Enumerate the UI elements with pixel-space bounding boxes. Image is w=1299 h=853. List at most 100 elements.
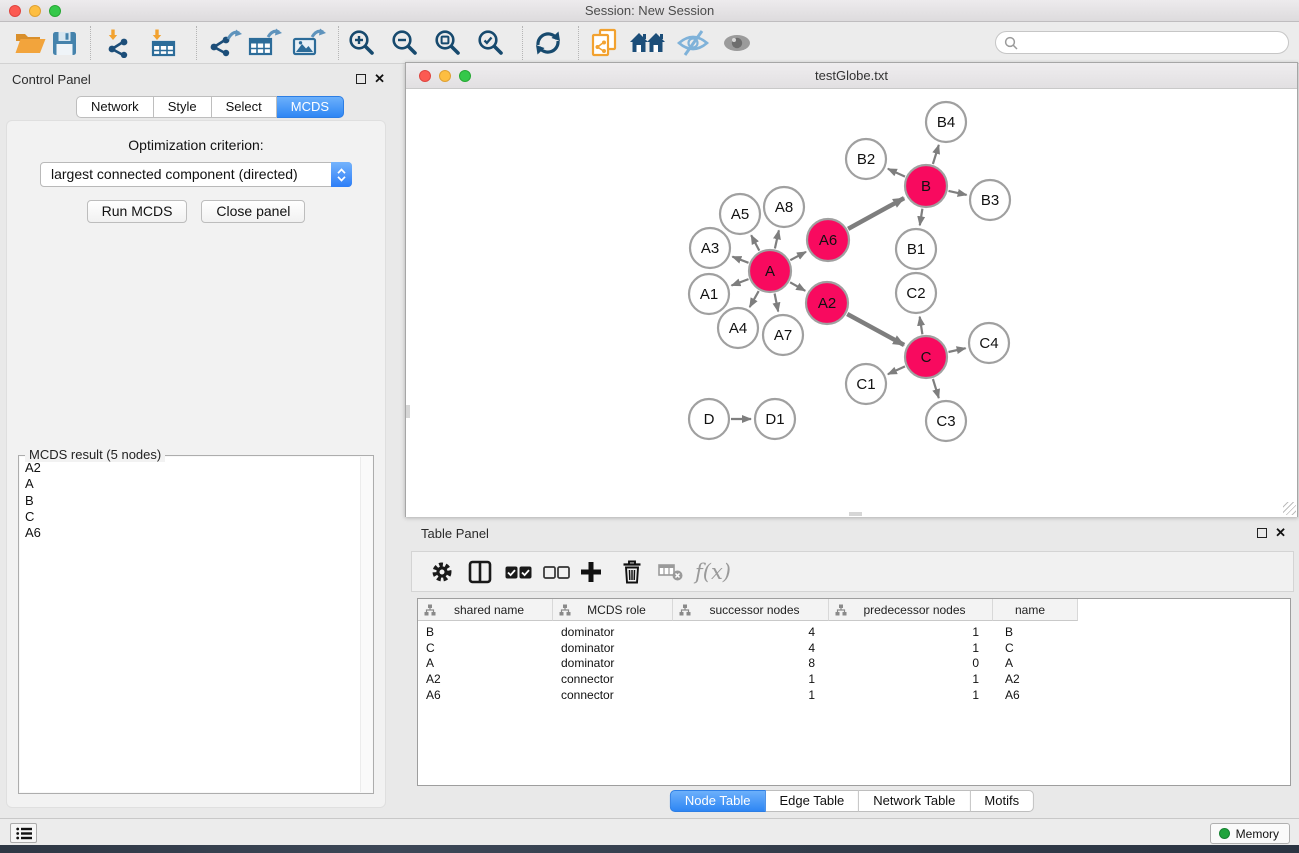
graph-node-D[interactable]: D [689, 399, 729, 439]
table-close-panel-icon[interactable]: ✕ [1275, 525, 1286, 541]
select-all-icon[interactable] [505, 558, 532, 586]
result-list-scrollbar[interactable] [360, 457, 372, 792]
graph-node-A8[interactable]: A8 [764, 187, 804, 227]
zoom-window-button[interactable] [49, 5, 61, 17]
tab-network-table[interactable]: Network Table [859, 790, 970, 812]
network-snapshot-icon[interactable] [590, 27, 618, 59]
show-selected-icon[interactable] [722, 27, 752, 59]
graph-edge-C-C2[interactable] [920, 317, 923, 335]
search-input[interactable] [1023, 35, 1273, 50]
graph-node-D1[interactable]: D1 [755, 399, 795, 439]
graph-node-A6[interactable]: A6 [807, 219, 849, 261]
run-mcds-button[interactable]: Run MCDS [87, 200, 188, 223]
graph-node-A[interactable]: A [749, 250, 791, 292]
task-history-button[interactable] [10, 823, 37, 843]
tab-network[interactable]: Network [76, 96, 154, 118]
apply-layout-icon[interactable] [533, 27, 563, 59]
hide-selected-icon[interactable] [676, 27, 710, 59]
graph-edge-A-A8[interactable] [775, 230, 779, 248]
import-network-icon[interactable] [104, 27, 134, 59]
function-builder-icon[interactable]: f(x) [695, 558, 731, 586]
split-columns-icon[interactable] [468, 558, 492, 586]
graph-edge-B-B4[interactable] [933, 145, 939, 164]
graph-edge-A6-B[interactable] [848, 198, 904, 229]
graph-edge-A-A5[interactable] [751, 235, 759, 250]
zoom-out-icon[interactable] [390, 27, 420, 59]
delete-table-icon[interactable] [658, 558, 684, 586]
network-close-button[interactable] [419, 70, 431, 82]
zoom-fit-icon[interactable] [433, 27, 463, 59]
mcds-result-item[interactable]: B [21, 493, 359, 509]
close-panel-icon[interactable]: ✕ [374, 71, 385, 87]
column-header-shared-name[interactable]: shared name [418, 599, 553, 621]
graph-node-C2[interactable]: C2 [896, 273, 936, 313]
export-image-icon[interactable] [292, 27, 326, 59]
gear-icon[interactable] [430, 558, 454, 586]
search-field[interactable] [995, 31, 1289, 54]
mcds-result-item[interactable]: C [21, 509, 359, 525]
float-panel-icon[interactable] [356, 74, 366, 84]
tab-node-table[interactable]: Node Table [670, 790, 766, 812]
export-table-icon[interactable] [248, 27, 282, 59]
graph-edge-A-A7[interactable] [775, 294, 779, 312]
table-row[interactable]: A2connector11A2 [418, 671, 1290, 687]
table-row[interactable]: Bdominator41B [418, 624, 1290, 640]
graph-node-A3[interactable]: A3 [690, 228, 730, 268]
graph-edge-C-C3[interactable] [933, 379, 939, 398]
table-row[interactable]: A6connector11A6 [418, 687, 1290, 703]
network-minimize-button[interactable] [439, 70, 451, 82]
graph-node-A5[interactable]: A5 [720, 194, 760, 234]
mcds-result-item[interactable]: A [21, 476, 359, 492]
graph-edge-A-A2[interactable] [790, 282, 805, 291]
tab-mcds[interactable]: MCDS [277, 96, 344, 118]
node-table[interactable]: shared nameMCDS rolesuccessor nodesprede… [417, 598, 1291, 786]
tab-select[interactable]: Select [212, 96, 277, 118]
graph-node-C3[interactable]: C3 [926, 401, 966, 441]
graph-edge-B-B1[interactable] [920, 209, 923, 226]
graph-node-B2[interactable]: B2 [846, 139, 886, 179]
import-table-icon[interactable] [148, 27, 178, 59]
mcds-result-item[interactable]: A6 [21, 525, 359, 541]
show-all-networks-icon[interactable] [630, 27, 666, 59]
network-zoom-button[interactable] [459, 70, 471, 82]
tab-edge-table[interactable]: Edge Table [765, 790, 859, 812]
zoom-selected-icon[interactable] [476, 27, 506, 59]
graph-edge-A-A1[interactable] [732, 279, 749, 285]
graph-edge-B-B2[interactable] [888, 169, 905, 177]
graph-edge-A2-C[interactable] [847, 314, 904, 345]
memory-button[interactable]: Memory [1210, 823, 1290, 844]
graph-node-A1[interactable]: A1 [689, 274, 729, 314]
graph-node-B[interactable]: B [905, 165, 947, 207]
column-header-name[interactable]: name [993, 599, 1078, 621]
graph-edge-B-B3[interactable] [949, 191, 967, 195]
graph-node-B1[interactable]: B1 [896, 229, 936, 269]
graph-edge-C-C1[interactable] [888, 366, 905, 374]
table-float-panel-icon[interactable] [1257, 528, 1267, 538]
close-window-button[interactable] [9, 5, 21, 17]
open-file-icon[interactable] [14, 27, 46, 59]
tab-motifs[interactable]: Motifs [970, 790, 1034, 812]
graph-edge-A-A6[interactable] [790, 252, 806, 260]
table-row[interactable]: Cdominator41C [418, 640, 1290, 656]
delete-column-icon[interactable] [620, 558, 644, 586]
network-canvas[interactable]: B4B2BB3A5A8A6B1A3AC2A1A2A4A7C4CC1C3DD1 [406, 90, 1297, 517]
resize-grip-icon[interactable] [1283, 502, 1296, 515]
graph-node-C[interactable]: C [905, 336, 947, 378]
horizontal-scrollbar-thumb[interactable] [849, 512, 862, 516]
save-session-icon[interactable] [52, 27, 77, 59]
mcds-result-list[interactable]: A2ABCA6 [21, 460, 359, 791]
graph-node-C4[interactable]: C4 [969, 323, 1009, 363]
minimize-window-button[interactable] [29, 5, 41, 17]
table-row[interactable]: Adominator80A [418, 656, 1290, 672]
graph-node-A4[interactable]: A4 [718, 308, 758, 348]
graph-node-B4[interactable]: B4 [926, 102, 966, 142]
graph-edge-C-C4[interactable] [949, 348, 966, 352]
column-header-mcds-role[interactable]: MCDS role [553, 599, 673, 621]
graph-edge-A-A3[interactable] [732, 257, 748, 263]
export-network-icon[interactable] [208, 27, 242, 59]
vertical-scrollbar-thumb[interactable] [406, 405, 410, 418]
deselect-all-icon[interactable] [543, 558, 570, 586]
zoom-in-icon[interactable] [347, 27, 377, 59]
column-header-successor-nodes[interactable]: successor nodes [673, 599, 829, 621]
mcds-result-item[interactable]: A2 [21, 460, 359, 476]
